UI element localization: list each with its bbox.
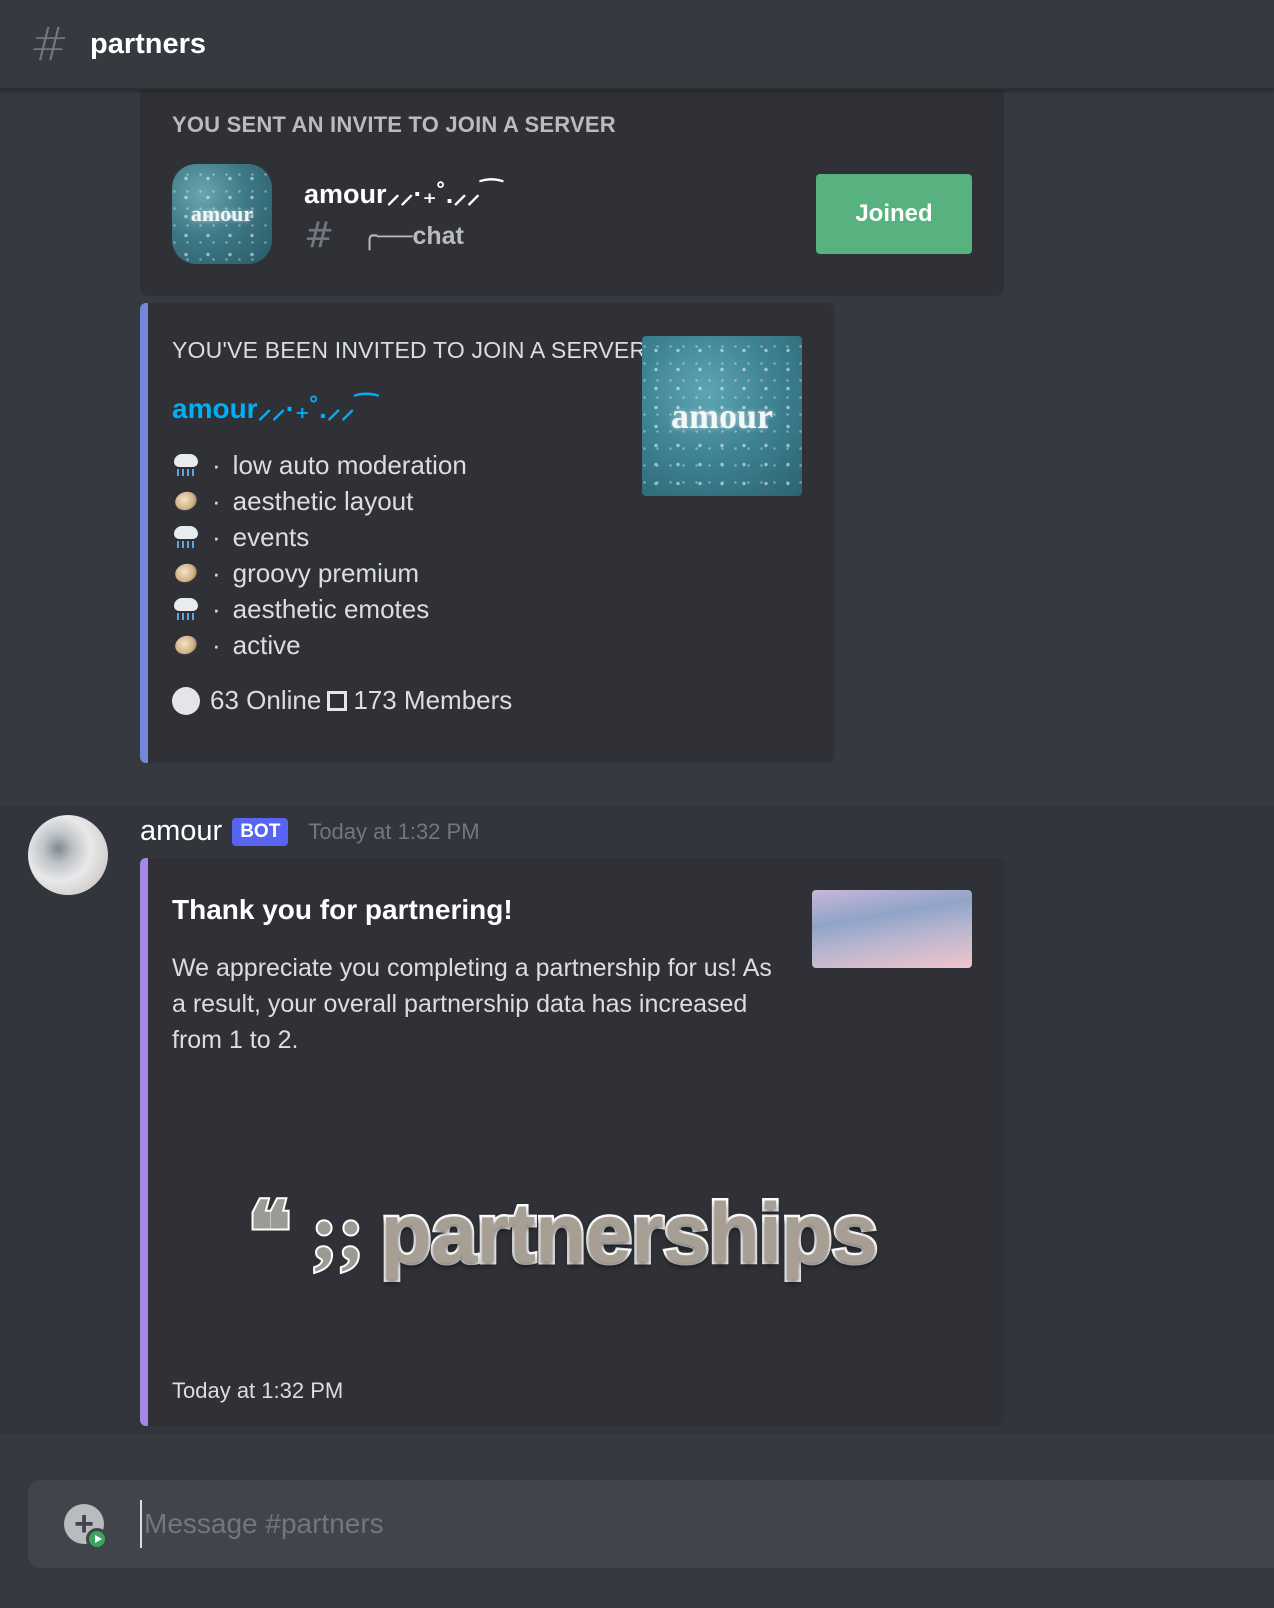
bot-embed: Thank you for partnering! We appreciate …	[140, 858, 1004, 1426]
channel-name: ╭──chat	[362, 222, 464, 250]
joined-button[interactable]: Joined	[816, 174, 972, 254]
pie-icon	[172, 632, 200, 658]
embed-title: Thank you for partnering!	[172, 894, 513, 925]
message-input[interactable]	[140, 1500, 1240, 1548]
sent-invite-card: YOU SENT AN INVITE TO JOIN A SERVER amou…	[140, 90, 1004, 296]
feature-item: · low auto moderation	[172, 447, 467, 483]
cloud-rain-icon	[172, 452, 200, 478]
feature-item: · aesthetic layout	[172, 483, 467, 519]
invite-embed-heading: YOU'VE BEEN INVITED TO JOIN A SERVER	[172, 337, 647, 363]
pie-icon	[172, 560, 200, 586]
embed-image-quote: ❝ ;;	[246, 1189, 366, 1277]
embed-description: We appreciate you completing a partnersh…	[172, 954, 772, 1054]
members-count: 173 Members	[353, 685, 513, 715]
feature-item: · active	[172, 627, 467, 663]
hash-icon: #	[30, 17, 69, 71]
play-badge-icon	[86, 1528, 108, 1550]
invite-embed-server-name[interactable]: amour⸝⸝·₊˚.⸝⸝⁀	[172, 389, 378, 427]
feature-item: · groovy premium	[172, 555, 467, 591]
pie-icon	[172, 488, 200, 514]
hash-icon: #	[304, 215, 335, 256]
sent-invite-heading: YOU SENT AN INVITE TO JOIN A SERVER	[172, 112, 616, 137]
embed-thumbnail[interactable]	[812, 890, 972, 968]
feature-list: · low auto moderation · aesthetic layout ·…	[172, 447, 467, 663]
sparkle-decoration	[172, 164, 272, 264]
sent-invite-channel: # ╭──chat	[304, 218, 464, 254]
invite-embed-thumbnail[interactable]: amour	[642, 336, 802, 496]
message-header: amour BOT Today at 1:32 PM	[140, 815, 480, 848]
online-dot-icon	[172, 686, 200, 715]
embed-image[interactable]: ❝ ;; partnerships	[246, 1178, 908, 1288]
cloud-rain-icon	[172, 524, 200, 550]
avatar[interactable]	[28, 815, 108, 895]
server-stats: 63 Online 173 Members	[172, 685, 512, 716]
server-icon[interactable]: amour	[172, 164, 272, 264]
bot-badge: BOT	[232, 817, 289, 846]
channel-title: partners	[90, 27, 207, 60]
message-composer: +	[28, 1480, 1274, 1568]
embed-footer: Today at 1:32 PM	[172, 1378, 344, 1403]
message-author[interactable]: amour	[140, 815, 222, 848]
thumbnail-text: amour	[671, 396, 773, 436]
embed-image-word: partnerships	[378, 1186, 881, 1280]
channel-header: # partners	[0, 0, 1274, 90]
sent-invite-server-name: amour⸝⸝·₊˚.⸝⸝⁀	[304, 179, 503, 209]
cloud-rain-icon	[172, 596, 200, 622]
online-count: 63 Online	[210, 685, 322, 715]
feature-item: · aesthetic emotes	[172, 591, 467, 627]
message-timestamp[interactable]: Today at 1:32 PM	[308, 819, 479, 845]
members-icon	[327, 690, 348, 711]
feature-item: · events	[172, 519, 467, 555]
invite-embed: YOU'VE BEEN INVITED TO JOIN A SERVER amo…	[140, 303, 834, 763]
